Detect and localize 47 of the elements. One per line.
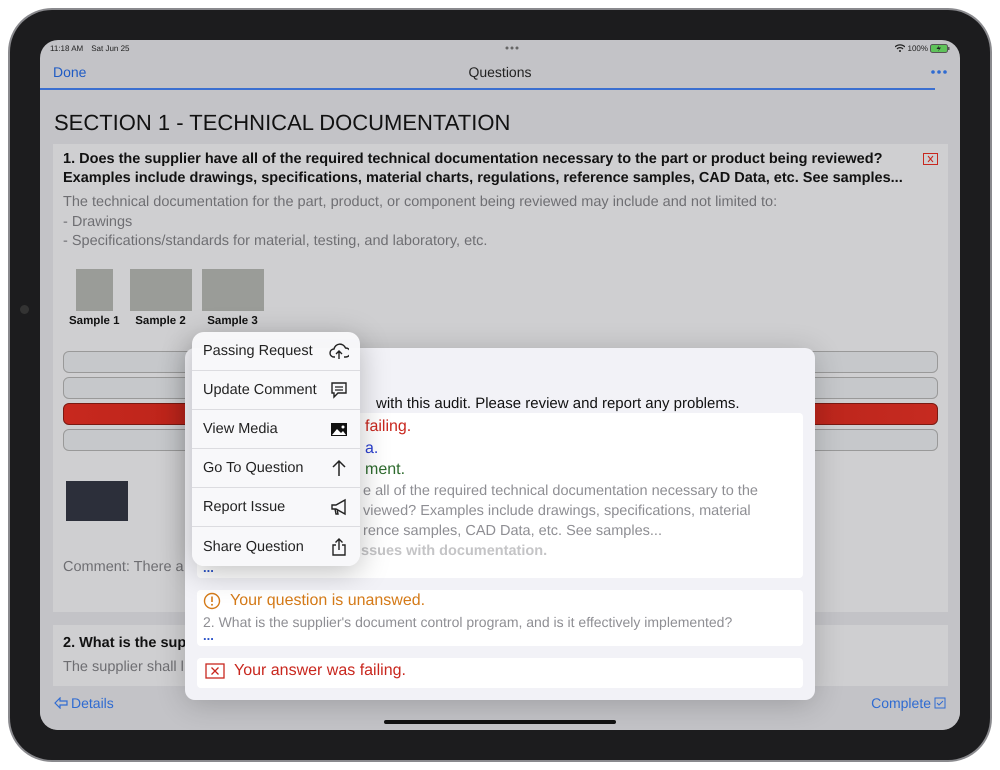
sample-label: Sample 2 (135, 314, 186, 326)
battery-percent: 100% (908, 44, 928, 52)
photo-placeholder[interactable] (202, 268, 264, 310)
sheet-intro: with this audit. Please review and report any problems. (376, 395, 741, 414)
question-text: e all of the required technical documentation necessary to the (363, 482, 759, 500)
warning-icon (203, 592, 221, 610)
issue-message: failing. (365, 417, 412, 437)
left-arrow-icon (54, 697, 68, 709)
photo-placeholder[interactable] (66, 480, 128, 520)
nav-title: Questions (468, 64, 532, 80)
question-text: viewed? Examples include drawings, specifications, material (363, 502, 752, 520)
question-description: The technical documentation for the part, product, or component being reviewed may include and not limited to: - Drawings - Specifications/standards for material, testing, and laboratory, etc. (63, 193, 778, 251)
issue-message: a. (365, 438, 378, 458)
checkbox-icon (934, 697, 946, 709)
question-description: The supplier shall l (63, 658, 184, 677)
done-button[interactable]: Done (53, 64, 86, 80)
menu-item[interactable]: Update Comment (192, 371, 360, 410)
question-text: 2. What is the supplier's document control program, and is it effectively implemented? (203, 614, 734, 630)
question-title: 2. What is the sup (63, 634, 186, 653)
more-icon (505, 46, 519, 50)
comment-text: Comment: There a (63, 558, 184, 574)
status-date: Sat Jun 25 (91, 44, 130, 52)
photo-placeholder[interactable] (130, 268, 192, 310)
cloud-upload-icon (329, 341, 349, 361)
photo-placeholder[interactable] (76, 268, 113, 310)
issue-message: Your question is unanswed. (230, 592, 426, 610)
battery-icon (930, 44, 950, 52)
issue-message: ment. (365, 460, 406, 480)
section-title: SECTION 1 - TECHNICAL DOCUMENTATION (54, 110, 512, 136)
question-title: 1. Does the supplier have all of the required technical documentation necessary to the part or product being reviewed? Examples include drawings, specifications, material charts, regulations, reference samples, CAD Data, etc. See samples... (63, 150, 904, 188)
menu-item[interactable]: Go To Question (192, 449, 360, 488)
x-box-icon (205, 663, 225, 679)
sample-label: Sample 1 (69, 314, 120, 326)
more-icon[interactable] (931, 70, 947, 74)
menu-item[interactable]: Passing Request (192, 332, 360, 371)
status-time: 11:18 AM (50, 44, 84, 52)
menu-item[interactable]: View Media (192, 410, 360, 449)
camera-icon (20, 305, 29, 314)
comment-text: ssues with documentation. (361, 542, 548, 560)
comment-icon (329, 380, 349, 400)
close-icon[interactable] (923, 153, 938, 165)
more-link[interactable]: ... (203, 630, 214, 642)
menu-item[interactable]: Report Issue (192, 488, 360, 527)
wifi-icon (894, 44, 905, 52)
issue-message: Your answer was failing. (234, 662, 406, 680)
question-text: rence samples, CAD Data, etc. See samples... (363, 522, 663, 540)
sample-label: Sample 3 (207, 314, 258, 326)
